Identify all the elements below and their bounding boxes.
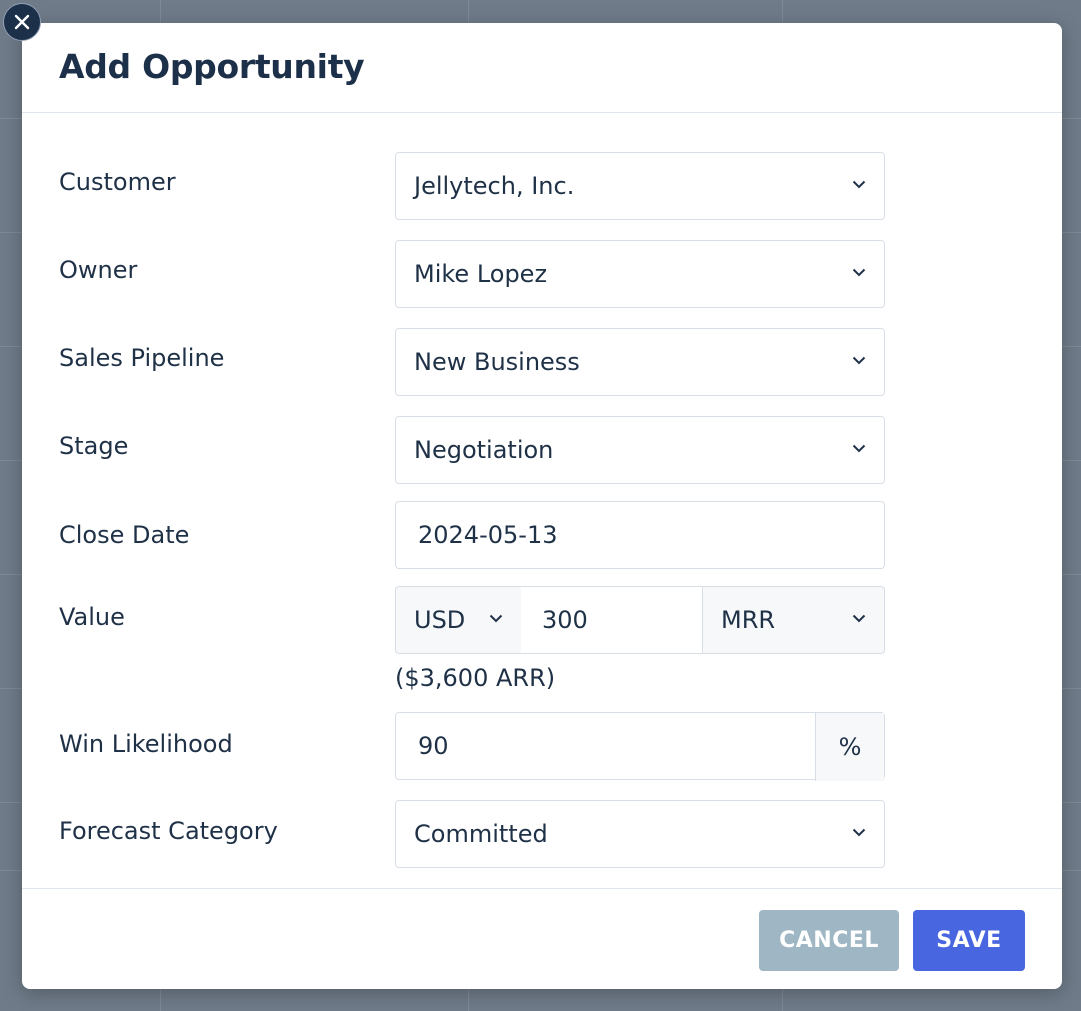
amount-value: 300 [542, 606, 588, 634]
arr-note: ($3,600 ARR) [395, 664, 556, 692]
add-opportunity-modal: Add Opportunity Customer Jellytech, Inc.… [22, 23, 1062, 989]
value-label: Value [59, 603, 125, 631]
owner-value: Mike Lopez [414, 260, 548, 288]
modal-footer: CANCEL SAVE [22, 888, 1062, 989]
customer-row: Customer Jellytech, Inc. [22, 152, 1062, 220]
chevron-down-icon [852, 614, 866, 623]
close-date-input[interactable]: 2024-05-13 [395, 501, 885, 569]
forecast-category-label: Forecast Category [59, 817, 278, 845]
save-button[interactable]: SAVE [913, 910, 1025, 971]
percent-addon: % [815, 713, 884, 781]
close-date-row: Close Date 2024-05-13 [22, 501, 1062, 569]
chevron-down-icon [852, 356, 866, 365]
forecast-category-select[interactable]: Committed [395, 800, 885, 868]
customer-select[interactable]: Jellytech, Inc. [395, 152, 885, 220]
cancel-button[interactable]: CANCEL [759, 910, 899, 971]
customer-label: Customer [59, 168, 176, 196]
chevron-down-icon [852, 180, 866, 189]
close-modal-button[interactable] [3, 3, 41, 41]
forecast-category-row: Forecast Category Committed [22, 800, 1062, 868]
pipeline-row: Sales Pipeline New Business [22, 328, 1062, 396]
close-date-value: 2024-05-13 [418, 521, 558, 549]
modal-header: Add Opportunity [22, 23, 1062, 113]
stage-label: Stage [59, 432, 129, 460]
pipeline-label: Sales Pipeline [59, 344, 225, 372]
pipeline-select[interactable]: New Business [395, 328, 885, 396]
customer-value: Jellytech, Inc. [414, 172, 575, 200]
stage-value: Negotiation [414, 436, 554, 464]
win-likelihood-label: Win Likelihood [59, 730, 233, 758]
owner-row: Owner Mike Lopez [22, 240, 1062, 308]
win-likelihood-row: Win Likelihood 90 % [22, 712, 1062, 781]
close-date-label: Close Date [59, 521, 190, 549]
period-value: MRR [721, 606, 776, 634]
stage-select[interactable]: Negotiation [395, 416, 885, 484]
period-select[interactable]: MRR [702, 586, 885, 654]
chevron-down-icon [852, 268, 866, 277]
chevron-down-icon [852, 444, 866, 453]
chevron-down-icon [489, 614, 503, 623]
amount-input[interactable]: 300 [521, 586, 703, 654]
stage-row: Stage Negotiation [22, 416, 1062, 484]
close-icon [14, 14, 30, 30]
win-likelihood-input[interactable]: 90 % [395, 712, 885, 781]
chevron-down-icon [852, 828, 866, 837]
forecast-category-value: Committed [414, 820, 548, 848]
value-input-group: USD 300 MRR [395, 586, 885, 654]
currency-select[interactable]: USD [395, 586, 522, 654]
win-likelihood-value: 90 [418, 732, 449, 760]
owner-label: Owner [59, 256, 138, 284]
owner-select[interactable]: Mike Lopez [395, 240, 885, 308]
value-row: Value USD 300 MRR ($3,600 ARR) [22, 586, 1062, 706]
modal-title: Add Opportunity [59, 47, 365, 86]
pipeline-value: New Business [414, 348, 580, 376]
currency-value: USD [414, 606, 466, 634]
